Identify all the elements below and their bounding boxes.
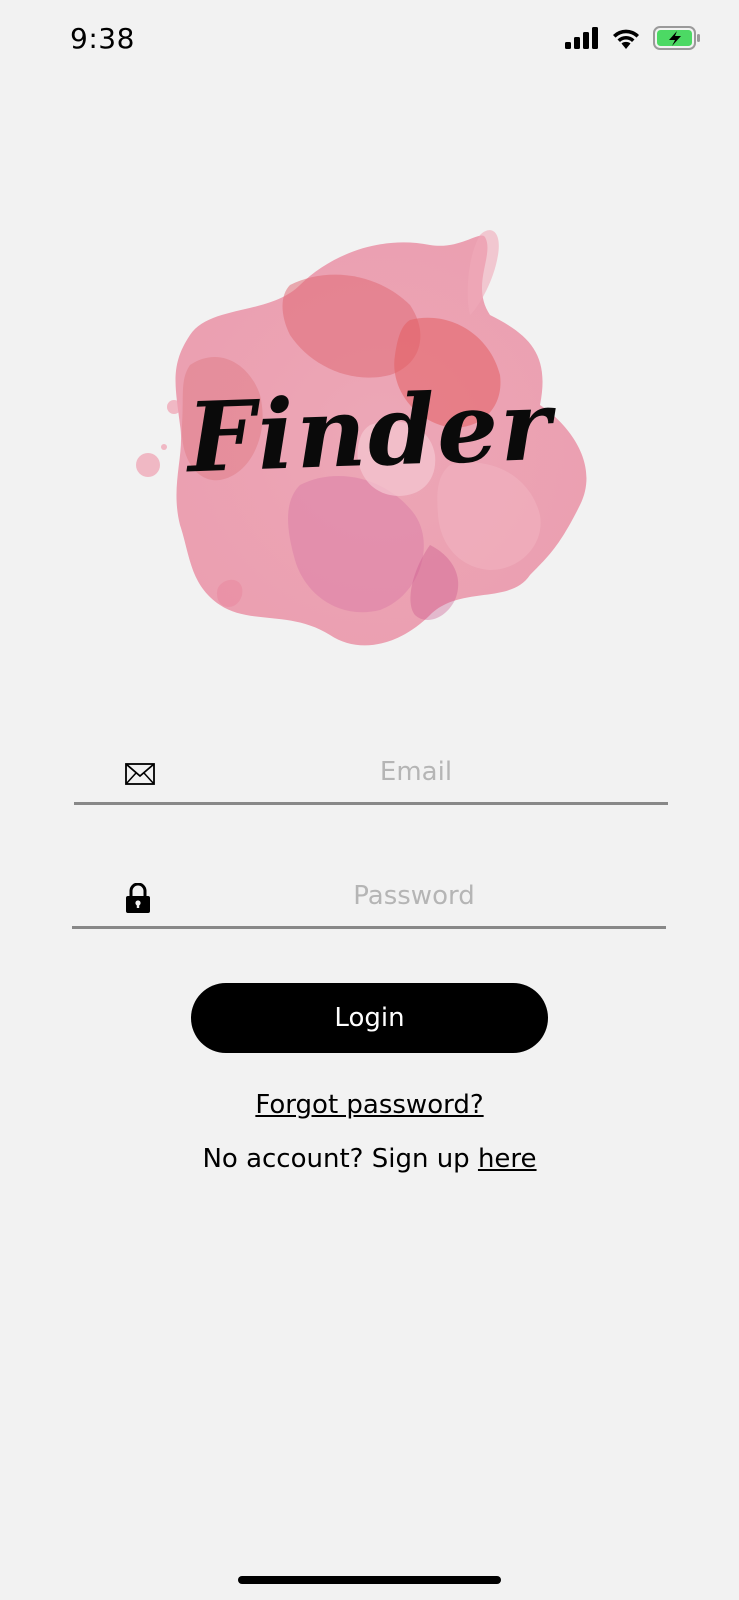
signup-row: No account? Sign up here <box>0 1144 739 1174</box>
status-time: 9:38 <box>70 22 135 55</box>
login-button[interactable]: Login <box>191 983 548 1053</box>
finder-logo: Finder <box>130 225 610 665</box>
login-screen: 9:38 Finder Email Login Forgot password?… <box>0 0 739 1600</box>
signup-link[interactable]: here <box>478 1144 537 1174</box>
logo-text: Finder <box>185 368 555 495</box>
wifi-icon <box>611 27 641 49</box>
forgot-password-link[interactable]: Forgot password? <box>255 1090 483 1120</box>
cellular-signal-icon <box>565 27 599 49</box>
email-field[interactable] <box>74 742 668 805</box>
status-icons <box>565 26 701 50</box>
password-input[interactable] <box>162 866 666 926</box>
signup-prompt: No account? Sign up <box>202 1144 478 1174</box>
lock-icon <box>122 882 154 914</box>
email-input[interactable] <box>164 742 668 802</box>
status-bar: 9:38 <box>0 0 739 80</box>
home-indicator <box>238 1576 501 1584</box>
forgot-password-row: Forgot password? <box>0 1090 739 1120</box>
envelope-icon <box>124 758 156 790</box>
password-field[interactable] <box>72 866 666 929</box>
battery-charging-icon <box>653 26 701 50</box>
